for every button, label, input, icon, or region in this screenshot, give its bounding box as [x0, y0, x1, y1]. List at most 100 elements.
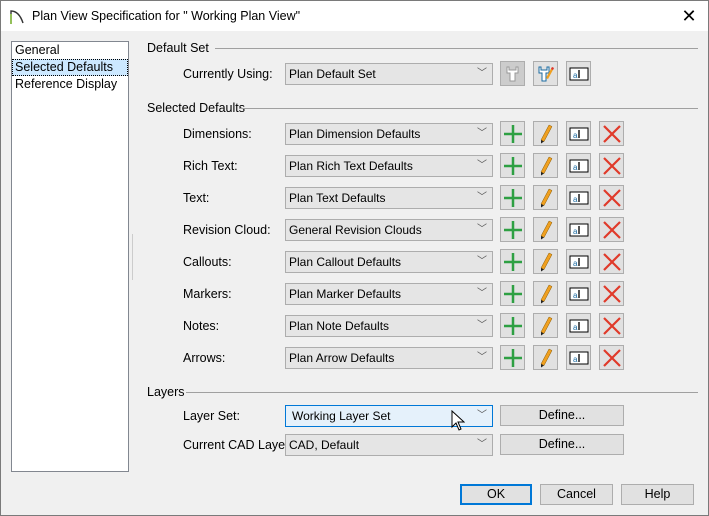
notes-info-button[interactable]: a	[566, 313, 591, 338]
new-default-set-button[interactable]	[500, 61, 525, 86]
revision-cloud-value: General Revision Clouds	[289, 223, 422, 237]
callouts-edit-button[interactable]	[533, 249, 558, 274]
text-box-icon: a	[569, 191, 588, 204]
edit-default-set-button[interactable]	[533, 61, 558, 86]
notes-delete-button[interactable]	[599, 313, 624, 338]
arrows-add-button[interactable]	[500, 345, 525, 370]
notes-dropdown[interactable]: Plan Note Defaults ﹀	[285, 315, 493, 337]
sidebar-item-general[interactable]: General	[12, 42, 128, 59]
dimensions-dropdown[interactable]: Plan Dimension Defaults ﹀	[285, 123, 493, 145]
markers-dropdown[interactable]: Plan Marker Defaults ﹀	[285, 283, 493, 305]
cancel-button[interactable]: Cancel	[540, 484, 613, 505]
delete-x-icon	[602, 252, 621, 271]
text-box-icon: a	[569, 127, 588, 140]
plus-icon	[503, 156, 522, 175]
close-button[interactable]: ✕	[678, 5, 700, 27]
dimensions-edit-button[interactable]	[533, 121, 558, 146]
sidebar-item-selected-defaults[interactable]: Selected Defaults	[12, 59, 128, 76]
text-delete-button[interactable]	[599, 185, 624, 210]
revision-cloud-add-button[interactable]	[500, 217, 525, 242]
section-selected-defaults: Selected Defaults	[147, 101, 245, 115]
notes-label: Notes:	[183, 319, 220, 333]
text-dropdown[interactable]: Plan Text Defaults ﹀	[285, 187, 493, 209]
dimensions-label: Dimensions:	[183, 127, 252, 141]
plus-icon	[503, 124, 522, 143]
text-box-icon: a	[569, 255, 588, 268]
define-cad-layer-button[interactable]: Define...	[500, 434, 624, 455]
plus-icon	[503, 316, 522, 335]
revision-cloud-info-button[interactable]: a	[566, 217, 591, 242]
callouts-label: Callouts:	[183, 255, 232, 269]
revision-cloud-dropdown[interactable]: General Revision Clouds ﹀	[285, 219, 493, 241]
revision-cloud-edit-button[interactable]	[533, 217, 558, 242]
divider	[215, 48, 698, 49]
cad-layer-value: CAD, Default	[289, 438, 360, 452]
svg-text:a: a	[573, 195, 578, 204]
currently-using-label: Currently Using:	[183, 67, 273, 81]
svg-text:a: a	[573, 323, 578, 332]
pencil-icon	[540, 252, 552, 271]
arrows-value: Plan Arrow Defaults	[289, 351, 395, 365]
chevron-down-icon: ﹀	[477, 410, 487, 421]
text-edit-button[interactable]	[533, 185, 558, 210]
plus-icon	[503, 252, 522, 271]
arrows-info-button[interactable]: a	[566, 345, 591, 370]
markers-label: Markers:	[183, 287, 232, 301]
dimensions-info-button[interactable]: a	[566, 121, 591, 146]
sidebar-item-reference-display[interactable]: Reference Display	[12, 76, 128, 93]
dimensions-delete-button[interactable]	[599, 121, 624, 146]
dialog-window: Plan View Specification for " Working Pl…	[0, 0, 709, 516]
mouse-cursor-icon	[451, 410, 465, 431]
cad-layer-dropdown[interactable]: CAD, Default ﹀	[285, 434, 493, 456]
chevron-down-icon: ﹀	[477, 192, 487, 203]
text-label: Text:	[183, 191, 210, 205]
text-box-icon: a	[569, 287, 588, 300]
rich-text-info-button[interactable]: a	[566, 153, 591, 178]
dimensions-add-button[interactable]	[500, 121, 525, 146]
rich-text-edit-button[interactable]	[533, 153, 558, 178]
revision-cloud-delete-button[interactable]	[599, 217, 624, 242]
window-title: Plan View Specification for " Working Pl…	[32, 9, 301, 23]
pencil-icon	[540, 220, 552, 239]
svg-text:a: a	[573, 227, 578, 236]
svg-text:a: a	[573, 131, 578, 140]
define-layer-set-button[interactable]: Define...	[500, 405, 624, 426]
callouts-dropdown[interactable]: Plan Callout Defaults ﹀	[285, 251, 493, 273]
delete-x-icon	[602, 284, 621, 303]
rich-text-dropdown[interactable]: Plan Rich Text Defaults ﹀	[285, 155, 493, 177]
callouts-info-button[interactable]: a	[566, 249, 591, 274]
svg-text:a: a	[573, 259, 578, 268]
default-set-dropdown[interactable]: Plan Default Set ﹀	[285, 63, 493, 85]
text-add-button[interactable]	[500, 185, 525, 210]
divider	[239, 108, 698, 109]
arrows-delete-button[interactable]	[599, 345, 624, 370]
svg-text:a: a	[573, 71, 578, 80]
notes-add-button[interactable]	[500, 313, 525, 338]
rich-text-add-button[interactable]	[500, 153, 525, 178]
chevron-down-icon: ﹀	[477, 128, 487, 139]
text-box-icon: a	[569, 67, 588, 80]
pencil-icon	[540, 156, 552, 175]
markers-delete-button[interactable]	[599, 281, 624, 306]
ok-button[interactable]: OK	[460, 484, 532, 505]
help-button[interactable]: Help	[621, 484, 694, 505]
delete-x-icon	[602, 220, 621, 239]
splitter-handle[interactable]	[132, 234, 135, 280]
text-box-icon: a	[569, 159, 588, 172]
arrows-edit-button[interactable]	[533, 345, 558, 370]
markers-edit-button[interactable]	[533, 281, 558, 306]
markers-info-button[interactable]: a	[566, 281, 591, 306]
markers-value: Plan Marker Defaults	[289, 287, 402, 301]
default-set-info-button[interactable]: a	[566, 61, 591, 86]
callouts-delete-button[interactable]	[599, 249, 624, 274]
svg-text:a: a	[573, 291, 578, 300]
text-info-button[interactable]: a	[566, 185, 591, 210]
rich-text-value: Plan Rich Text Defaults	[289, 159, 413, 173]
arrows-label: Arrows:	[183, 351, 226, 365]
rich-text-delete-button[interactable]	[599, 153, 624, 178]
text-value: Plan Text Defaults	[289, 191, 386, 205]
arrows-dropdown[interactable]: Plan Arrow Defaults ﹀	[285, 347, 493, 369]
notes-edit-button[interactable]	[533, 313, 558, 338]
markers-add-button[interactable]	[500, 281, 525, 306]
callouts-add-button[interactable]	[500, 249, 525, 274]
